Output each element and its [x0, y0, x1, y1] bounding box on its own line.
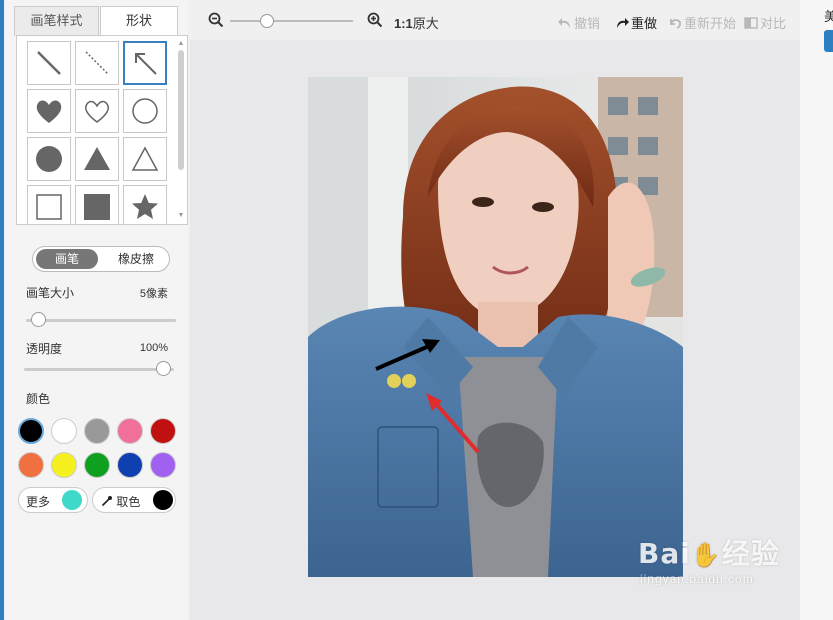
window-left-edge	[0, 0, 4, 620]
shape-dashed-line[interactable]	[75, 41, 119, 85]
opacity-label: 透明度	[26, 342, 63, 356]
color-swatch[interactable]	[150, 418, 176, 444]
compare-icon	[744, 16, 758, 29]
star-icon	[132, 194, 158, 219]
compare-label: 对比	[760, 16, 787, 31]
filled-circle-icon	[36, 146, 62, 172]
shape-arrow[interactable]	[123, 41, 167, 85]
right-strip-button[interactable]	[824, 30, 833, 52]
zoom-slider[interactable]	[230, 20, 353, 22]
color-swatch[interactable]	[18, 452, 44, 478]
arrow-icon	[135, 53, 157, 75]
color-swatch[interactable]	[84, 418, 110, 444]
color-swatch[interactable]	[51, 452, 77, 478]
opacity-knob[interactable]	[156, 361, 171, 376]
shape-outline-heart[interactable]	[75, 89, 119, 133]
tab-shapes[interactable]: 形状	[100, 6, 178, 36]
undo-icon	[558, 17, 570, 28]
zoom-in-icon[interactable]	[367, 12, 383, 28]
redo-button[interactable]: 重做	[615, 13, 657, 32]
picker-color-dot	[153, 490, 173, 510]
zoom-out-icon[interactable]	[208, 12, 224, 28]
brush-size-label: 画笔大小	[26, 286, 75, 300]
tab-brush-style[interactable]: 画笔样式	[14, 6, 99, 36]
color-swatch[interactable]	[117, 452, 143, 478]
color-picker-text: 取色	[116, 495, 141, 509]
right-strip-label: 美	[824, 9, 833, 24]
outline-triangle-icon	[131, 146, 159, 171]
outline-square-icon	[36, 194, 62, 220]
restart-icon	[670, 18, 681, 29]
color-swatch[interactable]	[150, 452, 176, 478]
shape-picker: ▲ ▼	[16, 35, 188, 225]
shape-filled-square[interactable]	[75, 185, 119, 224]
redo-label: 重做	[631, 16, 658, 31]
filled-square-icon	[84, 194, 110, 220]
scroll-up-icon[interactable]: ▲	[177, 40, 185, 48]
undo-label: 撤销	[574, 16, 601, 31]
scroll-down-icon[interactable]: ▼	[177, 212, 185, 220]
zoom-knob[interactable]	[260, 14, 274, 28]
opacity-slider[interactable]	[24, 361, 174, 376]
brush-size-slider[interactable]	[26, 312, 176, 327]
watermark-bai: Bai	[638, 537, 691, 570]
color-swatch[interactable]	[51, 418, 77, 444]
eyedropper-icon	[101, 496, 112, 507]
baidu-watermark: Bai✋经验 jingyan.baidu.com	[638, 532, 780, 586]
shape-filled-circle[interactable]	[27, 137, 71, 181]
filled-heart-icon	[36, 100, 62, 123]
toolbar: 1:1原大 撤销 重做 重新开始 对比	[190, 0, 800, 40]
restart-label: 重新开始	[684, 16, 737, 31]
watermark-logo: Bai✋经验	[638, 532, 780, 572]
more-colors-button[interactable]: 更多	[18, 487, 88, 513]
shape-outline-circle[interactable]	[123, 89, 167, 133]
color-picker-label: 取色	[101, 493, 140, 510]
color-swatch[interactable]	[117, 418, 143, 444]
shape-filled-heart[interactable]	[27, 89, 71, 133]
eraser-mode-button[interactable]: 橡皮擦	[105, 249, 167, 269]
shape-line[interactable]	[27, 41, 71, 85]
outline-circle-icon	[132, 98, 158, 124]
filled-triangle-icon	[84, 147, 110, 170]
zoom-ratio: 1:1	[394, 16, 413, 31]
brush-size-knob[interactable]	[31, 312, 46, 327]
scroll-thumb[interactable]	[178, 50, 184, 170]
line-icon	[37, 51, 61, 75]
dashed-line-icon	[85, 51, 109, 75]
undo-button[interactable]: 撤销	[558, 13, 600, 32]
color-label: 颜色	[26, 392, 51, 406]
color-swatch[interactable]	[84, 452, 110, 478]
shape-star[interactable]	[123, 185, 167, 224]
compare-button[interactable]: 对比	[744, 13, 786, 32]
brush-mode-button[interactable]: 画笔	[36, 249, 98, 269]
watermark-brand: 经验	[721, 537, 780, 570]
restart-button[interactable]: 重新开始	[668, 13, 736, 32]
zoom-text: 原大	[412, 16, 439, 31]
shape-outline-square[interactable]	[27, 185, 71, 224]
photo-canvas[interactable]	[308, 77, 683, 577]
shape-outline-triangle[interactable]	[123, 137, 167, 181]
right-strip: 美	[800, 0, 833, 620]
brush-size-value: 5像素	[139, 288, 168, 300]
outline-heart-icon	[85, 100, 109, 123]
more-colors-label: 更多	[26, 495, 51, 509]
watermark-url: jingyan.baidu.com	[640, 572, 754, 586]
more-colors-dot	[62, 490, 82, 510]
paw-icon: ✋	[690, 541, 722, 569]
color-swatch[interactable]	[18, 418, 44, 444]
shape-filled-triangle[interactable]	[75, 137, 119, 181]
mode-toggle: 画笔 橡皮擦	[32, 246, 170, 272]
redo-icon	[617, 17, 629, 28]
opacity-value: 100%	[139, 342, 168, 354]
photo-image	[308, 77, 683, 577]
actual-size-button[interactable]: 1:1原大	[394, 13, 439, 32]
shape-scrollbar[interactable]: ▲ ▼	[177, 40, 185, 220]
color-picker-button[interactable]: 取色	[92, 487, 176, 513]
left-panel: 画笔样式 形状 ▲ ▼ 画笔 橡皮擦 画笔大小 5像素 透明度 100% 颜色 …	[6, 0, 188, 620]
